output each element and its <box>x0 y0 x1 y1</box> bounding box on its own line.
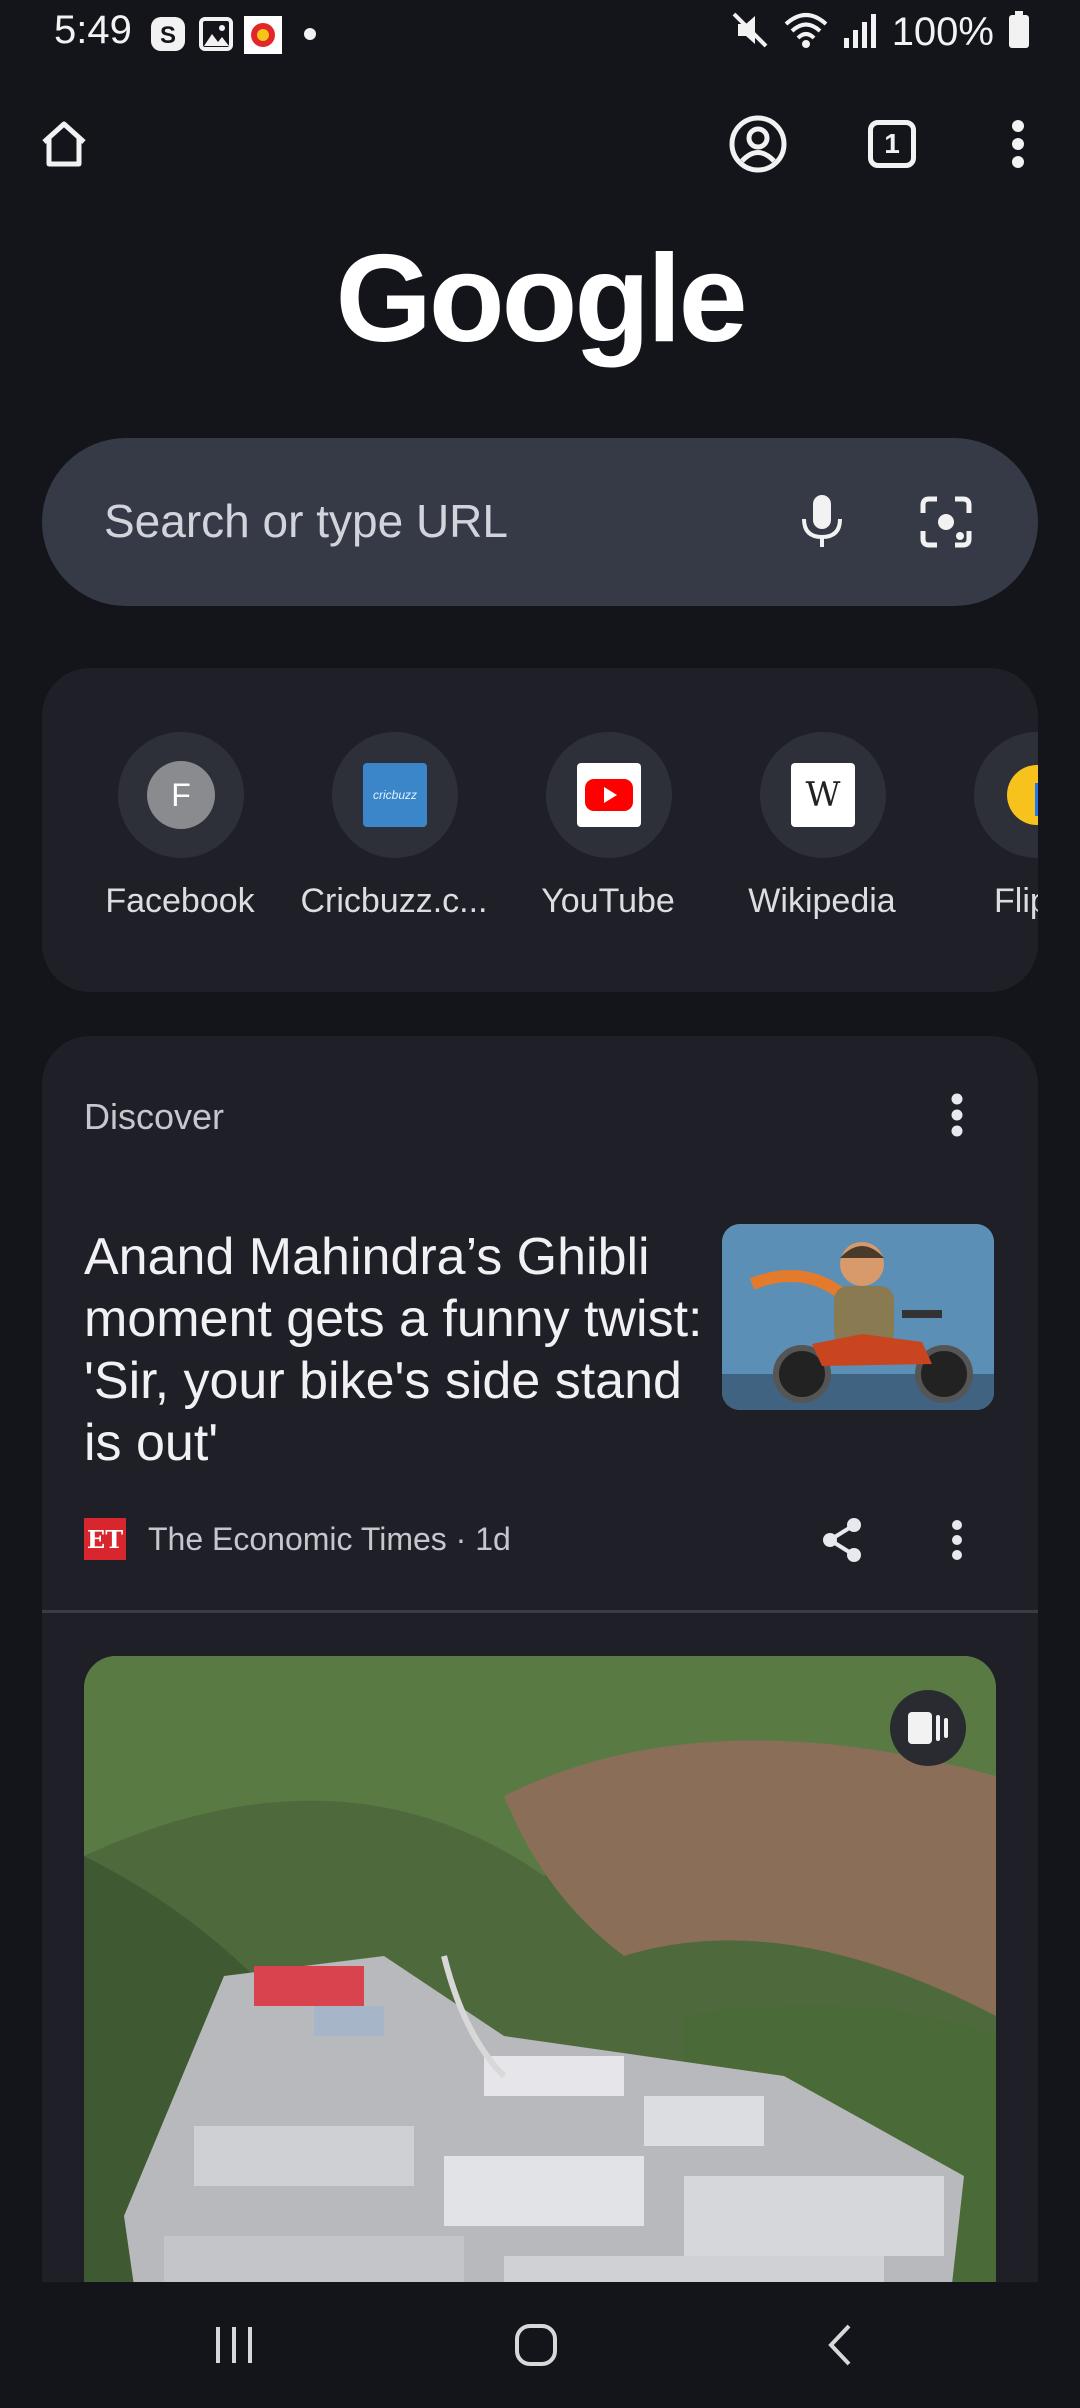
article-source-row: ET The Economic Times · 1d <box>84 1514 511 1564</box>
battery-percent: 100% <box>891 10 994 54</box>
tabs-icon: 1 <box>868 120 916 168</box>
microphone-icon <box>802 495 842 547</box>
samsung-s-icon: S <box>150 16 186 52</box>
home-button[interactable] <box>24 104 104 184</box>
lens-button[interactable] <box>906 482 986 562</box>
video-badge <box>890 1690 966 1766</box>
camera-lens-icon <box>920 496 972 548</box>
shortcut-circle <box>974 732 1038 858</box>
economic-times-logo: ET <box>84 1518 126 1560</box>
feed-divider <box>42 1610 1038 1613</box>
discover-feed: Discover Anand Mahindra’s Ghibli moment … <box>42 1036 1038 2356</box>
facebook-letter-icon: F <box>147 761 215 829</box>
ghibli-illustration-image <box>722 1224 994 1410</box>
back-chevron-icon <box>828 2324 851 2366</box>
account-button[interactable] <box>718 104 798 184</box>
wikipedia-icon: W <box>791 763 855 827</box>
mute-icon <box>730 10 770 55</box>
svg-text:S: S <box>160 22 176 49</box>
shortcut-flipkart[interactable]: Flipkar <box>936 732 1038 962</box>
shortcut-youtube[interactable]: YouTube <box>508 732 708 962</box>
article-headline[interactable]: Anand Mahindra’s Ghibli moment gets a fu… <box>84 1226 704 1474</box>
account-icon <box>729 115 787 173</box>
shortcut-circle: F <box>118 732 244 858</box>
system-nav-bar <box>0 2282 1080 2408</box>
more-vert-icon <box>952 1520 962 1560</box>
shortcuts-card: F Facebook cricbuzz Cricbuzz.c... YouTub… <box>42 668 1038 992</box>
search-placeholder: Search or type URL <box>104 495 508 547</box>
youtube-icon <box>577 763 641 827</box>
recents-icon <box>216 2327 252 2363</box>
shortcut-circle: W <box>760 732 886 858</box>
home-circle-icon <box>515 2324 557 2366</box>
discover-title: Discover <box>84 1096 225 1137</box>
article-source: The Economic Times · 1d <box>148 1520 511 1557</box>
cricbuzz-icon: cricbuzz <box>363 763 427 827</box>
shortcut-label: Wikipedia <box>748 882 896 920</box>
battery-icon <box>1008 11 1030 54</box>
wifi-icon <box>784 10 828 55</box>
shortcut-facebook[interactable]: F Facebook <box>80 732 280 962</box>
share-icon <box>823 1518 861 1562</box>
gallery-icon <box>198 16 234 52</box>
discover-menu-button[interactable] <box>932 1090 982 1140</box>
video-stack-icon <box>908 1712 948 1744</box>
voice-search-button[interactable] <box>782 482 862 562</box>
share-button[interactable] <box>812 1510 872 1570</box>
shortcut-circle <box>546 732 672 858</box>
more-vert-icon <box>951 1093 963 1137</box>
shortcut-label: Flipkar <box>994 882 1038 920</box>
flipkart-icon <box>1007 765 1038 825</box>
tab-count: 1 <box>884 128 900 159</box>
shortcut-wikipedia[interactable]: W Wikipedia <box>722 732 922 962</box>
back-button[interactable] <box>802 2310 878 2380</box>
tab-switcher-button[interactable]: 1 <box>852 104 932 184</box>
recent-apps-button[interactable] <box>196 2310 272 2380</box>
system-home-button[interactable] <box>498 2310 574 2380</box>
article-menu-button[interactable] <box>932 1512 982 1568</box>
menu-button[interactable] <box>978 104 1058 184</box>
home-icon <box>42 121 86 167</box>
more-vert-icon <box>1012 120 1024 168</box>
status-right: 100% <box>730 10 1030 55</box>
temple-aerial-image <box>84 1656 996 2356</box>
app-notification-icon <box>244 16 282 54</box>
signal-icon <box>842 10 878 55</box>
more-notifications-dot <box>304 28 316 40</box>
shortcut-label: YouTube <box>541 882 675 920</box>
shortcut-cricbuzz[interactable]: cricbuzz Cricbuzz.c... <box>294 732 494 962</box>
shortcut-circle: cricbuzz <box>332 732 458 858</box>
article-thumbnail[interactable] <box>722 1224 994 1410</box>
search-box[interactable]: Search or type URL <box>42 438 1038 606</box>
google-logo: Google <box>335 230 747 368</box>
article-hero-image[interactable] <box>84 1656 996 2356</box>
shortcut-label: Facebook <box>105 882 255 920</box>
status-time: 5:49 <box>54 8 132 52</box>
status-bar: 5:49 S 100% <box>0 0 1080 70</box>
shortcut-label: Cricbuzz.c... <box>300 882 488 920</box>
